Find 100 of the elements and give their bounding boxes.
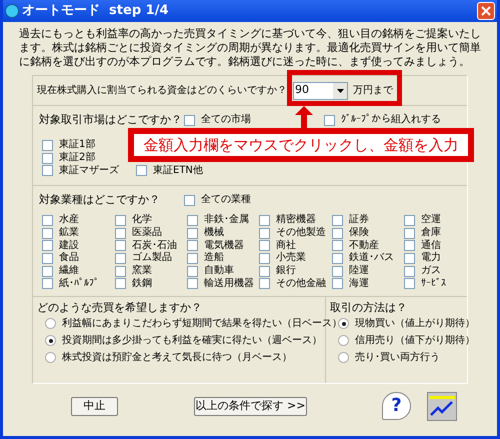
radio-label: 現物買い（値上がり期待） <box>355 318 475 328</box>
checkbox-label: 銀行 <box>276 266 296 276</box>
checkbox[interactable] <box>187 240 198 252</box>
close-button[interactable] <box>477 2 495 20</box>
checkbox[interactable] <box>404 240 415 252</box>
checkbox[interactable] <box>259 228 270 239</box>
budget-combo[interactable]: 90 <box>293 82 348 100</box>
checkbox-label: 海運 <box>349 278 369 289</box>
app-icon <box>5 4 19 18</box>
checkbox[interactable] <box>332 252 343 264</box>
checkbox[interactable] <box>332 266 343 277</box>
checkbox[interactable] <box>42 152 53 164</box>
radio-button[interactable] <box>338 318 349 329</box>
checkbox-label: 石炭･石油 <box>132 240 177 251</box>
checkbox[interactable] <box>184 194 195 206</box>
checkbox[interactable] <box>332 228 343 239</box>
checkbox[interactable] <box>404 214 415 226</box>
checkbox-label: 全ての市場 <box>201 115 251 125</box>
checkbox[interactable] <box>187 252 198 264</box>
checkbox-label: ゴム製品 <box>132 253 172 264</box>
radio-button[interactable] <box>338 352 349 363</box>
checkbox[interactable] <box>187 214 198 226</box>
checkbox[interactable] <box>404 252 415 264</box>
checkbox[interactable] <box>332 214 343 226</box>
checkbox-label: 東証マザーズ <box>59 166 119 176</box>
window-title: オートモード step 1/4 <box>22 2 168 20</box>
checkbox-label: 鉄道･バス <box>349 253 394 264</box>
checkbox-label: 東証1部 <box>59 140 96 150</box>
checkbox[interactable] <box>259 266 270 277</box>
checkbox[interactable] <box>42 278 53 290</box>
radio-button[interactable] <box>45 318 56 329</box>
dropdown-button[interactable] <box>333 82 347 98</box>
intro-text: 過去にもっとも利益率の高かった売買タイミングに基づいて今、狙い目の銘柄をご提案いたします。株式は銘柄ごとに投資タイミングの周期が異なります。最適化売買サインを用いて簡単に銘柄を選び出すのが本プログラムです。銘柄選びに迷った時に、まず使ってみましょう。 <box>18 27 482 69</box>
checkbox[interactable] <box>136 165 147 176</box>
checkbox[interactable] <box>115 266 126 277</box>
radio-button[interactable] <box>45 352 56 363</box>
checkbox-label: ｸﾞﾙｰﾌﾟから組入れする <box>341 115 441 125</box>
checkbox[interactable] <box>42 214 53 226</box>
checkbox-label: 鉱業 <box>59 228 79 238</box>
checkbox[interactable] <box>42 140 53 151</box>
checkbox[interactable] <box>42 228 53 239</box>
checkbox[interactable] <box>332 240 343 252</box>
checkbox[interactable] <box>187 278 198 290</box>
budget-unit: 万円まで <box>353 84 393 98</box>
checkbox-label: ｻｰﾋﾞｽ <box>421 278 446 289</box>
checkbox[interactable] <box>187 228 198 239</box>
checkbox[interactable] <box>259 278 270 290</box>
checkbox[interactable] <box>115 240 126 252</box>
radio-button[interactable] <box>338 335 349 346</box>
checkbox-label: 東証2部 <box>59 153 96 164</box>
chart-icon <box>429 394 455 418</box>
checkbox-label: 非鉄･金属 <box>204 215 249 226</box>
checkbox[interactable] <box>324 114 335 126</box>
checkbox-label: 機械 <box>204 228 224 238</box>
checkbox-label: ガス <box>421 266 441 276</box>
section-label: 対象取引市場はどこですか？ <box>39 112 183 128</box>
cancel-button[interactable]: 中止 <box>71 396 118 416</box>
checkbox-label: 建設 <box>59 240 79 251</box>
checkbox[interactable] <box>42 266 53 277</box>
checkbox-label: 医薬品 <box>132 228 162 238</box>
checkbox[interactable] <box>115 278 126 290</box>
checkbox-label: 輸送用機器 <box>204 278 254 289</box>
checkbox-label: 電気機器 <box>204 240 244 251</box>
checkbox[interactable] <box>259 214 270 226</box>
checkbox[interactable] <box>42 252 53 264</box>
budget-label: 現在株式購入に割当てられる資金はどのくらいですか？ <box>37 84 288 98</box>
checkbox-label: その他製造 <box>276 228 326 238</box>
checkbox-label: 食品 <box>59 253 79 264</box>
checkbox[interactable] <box>332 278 343 290</box>
caret-icon <box>336 88 344 92</box>
radio-label: 売り･買い両方行う <box>355 352 440 362</box>
help-button[interactable]: ? <box>382 392 411 420</box>
checkbox-label: 窯業 <box>132 266 152 276</box>
checkbox[interactable] <box>187 266 198 277</box>
checkbox[interactable] <box>42 165 53 176</box>
checkbox[interactable] <box>404 228 415 239</box>
radio-button[interactable] <box>45 335 56 346</box>
checkbox[interactable] <box>404 266 415 277</box>
checkbox-label: 全ての業種 <box>201 195 251 205</box>
checkbox[interactable] <box>184 114 195 126</box>
checkbox[interactable] <box>404 278 415 290</box>
checkbox[interactable] <box>115 228 126 239</box>
checkbox-label: 小売業 <box>276 253 306 264</box>
radio-label: 投資期間は多少掛っても利益を確実に得たい（週ベース） <box>62 336 322 346</box>
checkbox-label: 化学 <box>132 215 152 226</box>
checkbox[interactable] <box>259 240 270 252</box>
checkbox-label: 自動車 <box>204 266 234 276</box>
radio-label: 信用売り（値下がり期待） <box>355 336 475 346</box>
checkbox-label: 不動産 <box>349 240 379 251</box>
search-button[interactable]: 以上の条件で探す >> <box>194 396 307 416</box>
checkbox[interactable] <box>115 214 126 226</box>
close-icon <box>481 6 491 16</box>
checkbox[interactable] <box>42 240 53 252</box>
checkbox[interactable] <box>115 252 126 264</box>
checkbox-label: 通信 <box>421 240 441 251</box>
chart-button[interactable] <box>427 392 457 420</box>
checkbox-label: その他金融 <box>276 278 326 289</box>
checkbox-label: 電力 <box>421 253 441 264</box>
radio-label: 株式投資は預貯金と考えて気長に待つ（月ベース） <box>62 352 292 362</box>
checkbox[interactable] <box>259 252 270 264</box>
